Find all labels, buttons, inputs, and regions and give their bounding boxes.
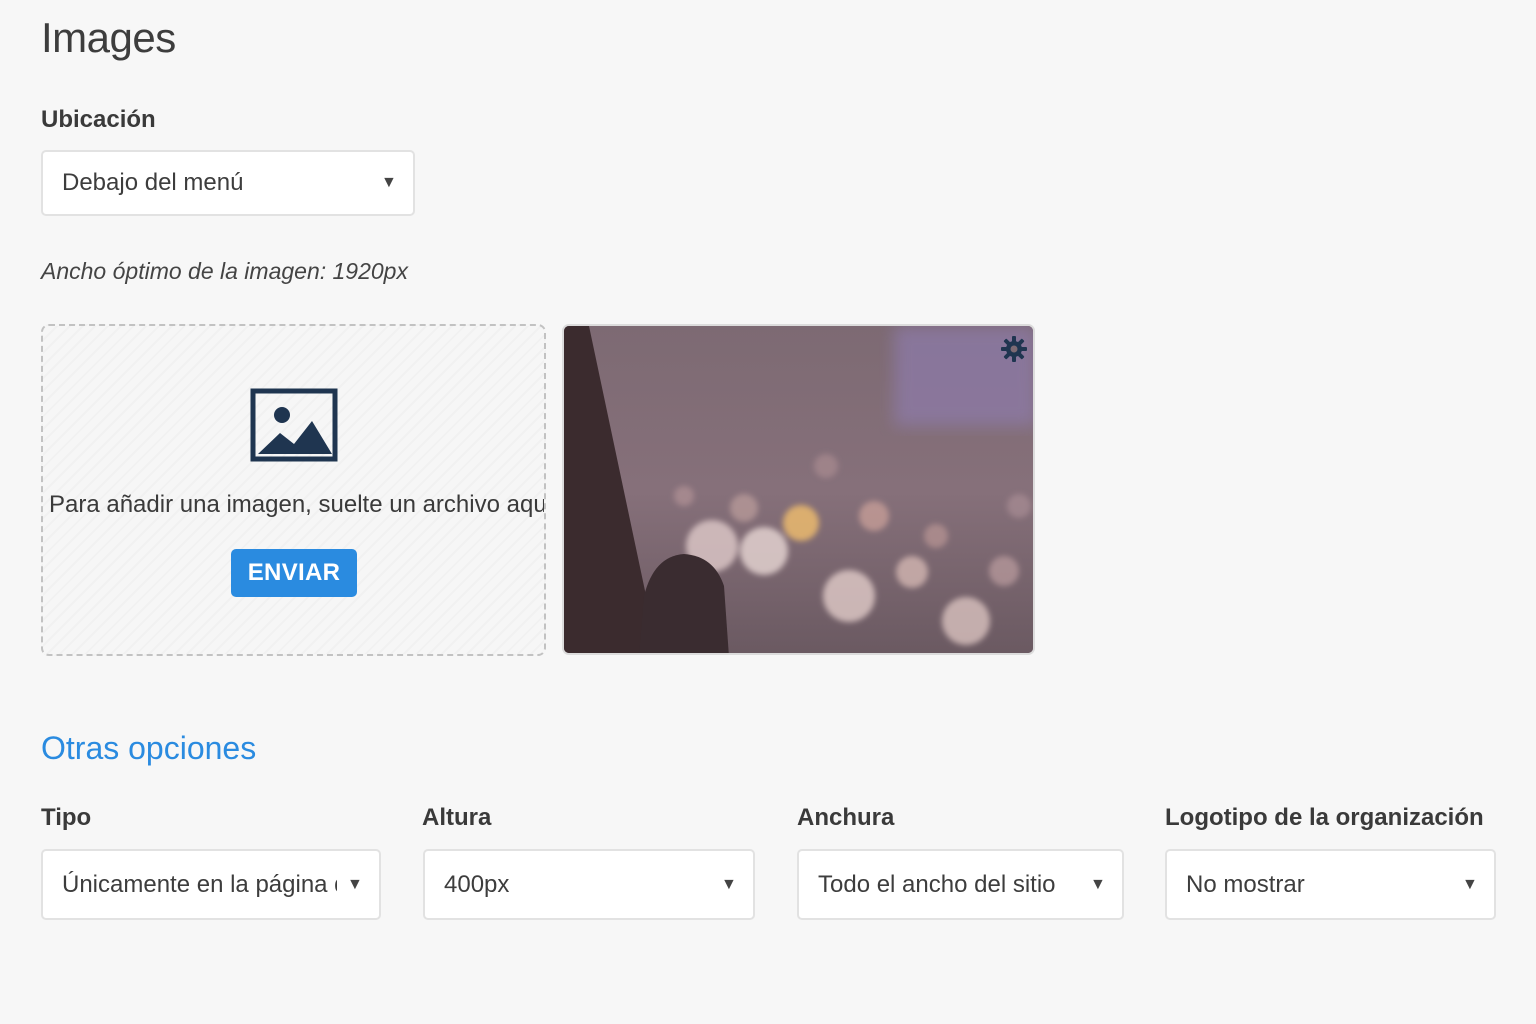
- chevron-down-icon: ▼: [721, 875, 737, 893]
- location-label: Ubicación: [41, 106, 156, 133]
- organization-logo-select-value: No mostrar: [1186, 870, 1305, 898]
- image-preview: [562, 324, 1035, 655]
- location-select-value: Debajo del menú: [62, 169, 244, 196]
- dropzone-instructions: Para añadir una imagen, suelte un archiv…: [49, 491, 546, 518]
- upload-button[interactable]: ENVIAR: [231, 549, 357, 597]
- chevron-down-icon: ▼: [347, 875, 363, 893]
- chevron-down-icon: ▼: [1090, 875, 1106, 893]
- type-select-value: Únicamente en la página de: [62, 870, 337, 898]
- height-select[interactable]: 400px ▼: [423, 849, 755, 920]
- height-label: Altura: [422, 804, 492, 831]
- gear-icon[interactable]: [1000, 335, 1028, 363]
- chevron-down-icon: ▼: [381, 174, 397, 191]
- optimal-width-hint: Ancho óptimo de la imagen: 1920px: [41, 258, 408, 284]
- organization-logo-select[interactable]: No mostrar ▼: [1165, 849, 1496, 920]
- other-options-title: Otras opciones: [41, 730, 257, 766]
- page-title: Images: [41, 14, 176, 61]
- image-placeholder-icon: [250, 388, 338, 462]
- type-label: Tipo: [41, 804, 92, 831]
- width-select[interactable]: Todo el ancho del sitio ▼: [797, 849, 1124, 920]
- preview-photo: [564, 326, 1033, 653]
- image-dropzone[interactable]: Para añadir una imagen, suelte un archiv…: [41, 324, 546, 656]
- width-select-value: Todo el ancho del sitio: [818, 870, 1056, 898]
- height-select-value: 400px: [444, 870, 510, 898]
- width-label: Anchura: [797, 804, 895, 831]
- location-select[interactable]: Debajo del menú ▼: [41, 150, 415, 216]
- organization-logo-label: Logotipo de la organización: [1165, 804, 1484, 831]
- type-select[interactable]: Únicamente en la página de ▼: [41, 849, 381, 920]
- chevron-down-icon: ▼: [1462, 875, 1478, 893]
